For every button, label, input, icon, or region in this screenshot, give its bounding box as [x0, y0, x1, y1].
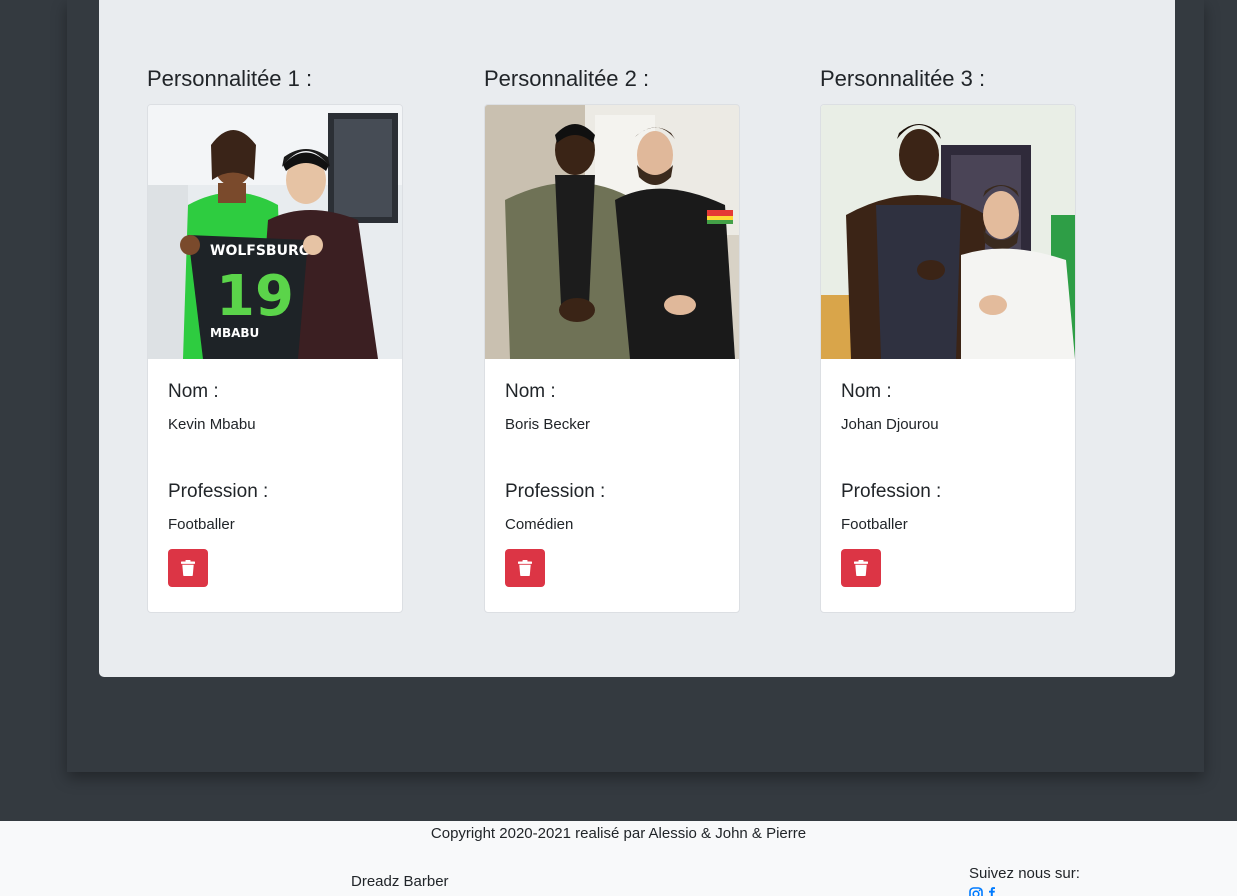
name-value: Johan Djourou	[841, 416, 939, 433]
personality-title: Personnalitée 1 :	[147, 66, 313, 91]
profession-label: Profession :	[841, 481, 942, 502]
personality-card: WOLFSBURG 19 MBABU Nom : Kevin Mbabu Pro…	[147, 104, 403, 613]
follow-us-label: Suivez nous sur:	[969, 865, 1080, 882]
personality-column-1: Personnalitée 1 : WOLFSBURG 19 MBABU Nom…	[147, 64, 403, 613]
profession-value: Footballer	[168, 516, 235, 533]
personalities-panel: Personnalitée 1 : WOLFSBURG 19 MBABU Nom…	[99, 0, 1175, 677]
delete-button[interactable]	[168, 549, 208, 587]
trash-icon	[518, 560, 532, 576]
svg-text:MBABU: MBABU	[210, 326, 259, 340]
name-value: Boris Becker	[505, 416, 591, 433]
personality-column-2: Personnalitée 2 : Nom: Boris Becker Pro…	[484, 64, 740, 613]
name-label: Nom :	[168, 381, 219, 402]
social-links	[969, 887, 996, 896]
personality-photo	[821, 105, 1075, 359]
brand-name: Dreadz Barber	[351, 873, 449, 890]
profession-value: Footballer	[841, 516, 908, 533]
trash-icon	[181, 560, 195, 576]
profession-label: Profession :	[505, 481, 606, 502]
delete-button[interactable]	[841, 549, 881, 587]
copyright-text: Copyright 2020-2021 realisé par Alessio …	[430, 825, 807, 842]
personality-photo: WOLFSBURG 19 MBABU	[148, 105, 402, 359]
footer: Copyright 2020-2021 realisé par Alessio …	[0, 821, 1237, 896]
delete-button[interactable]	[505, 549, 545, 587]
facebook-icon[interactable]	[987, 887, 996, 896]
name-label: Nom :	[505, 381, 556, 402]
personality-column-3: Personnalitée 3 : Nom: Johan Djourou Pr…	[820, 64, 1076, 613]
profession-value: Comédien	[505, 516, 574, 533]
svg-text:WOLFSBURG: WOLFSBURG	[210, 243, 310, 259]
personality-photo	[485, 105, 739, 359]
personality-card: Nom : Boris Becker Profession : Comédien	[484, 104, 740, 613]
name-value: Kevin Mbabu	[168, 416, 256, 433]
personality-card: Nom : Johan Djourou Profession : Footbal…	[820, 104, 1076, 613]
profession-label: Profession :	[168, 481, 269, 502]
svg-text:19: 19	[216, 264, 294, 329]
personality-title: Personnalitée 2 :	[484, 66, 650, 91]
personality-title: Personnalitée 3 :	[820, 66, 986, 91]
instagram-icon[interactable]	[969, 887, 983, 896]
name-label: Nom :	[841, 381, 892, 402]
trash-icon	[854, 560, 868, 576]
